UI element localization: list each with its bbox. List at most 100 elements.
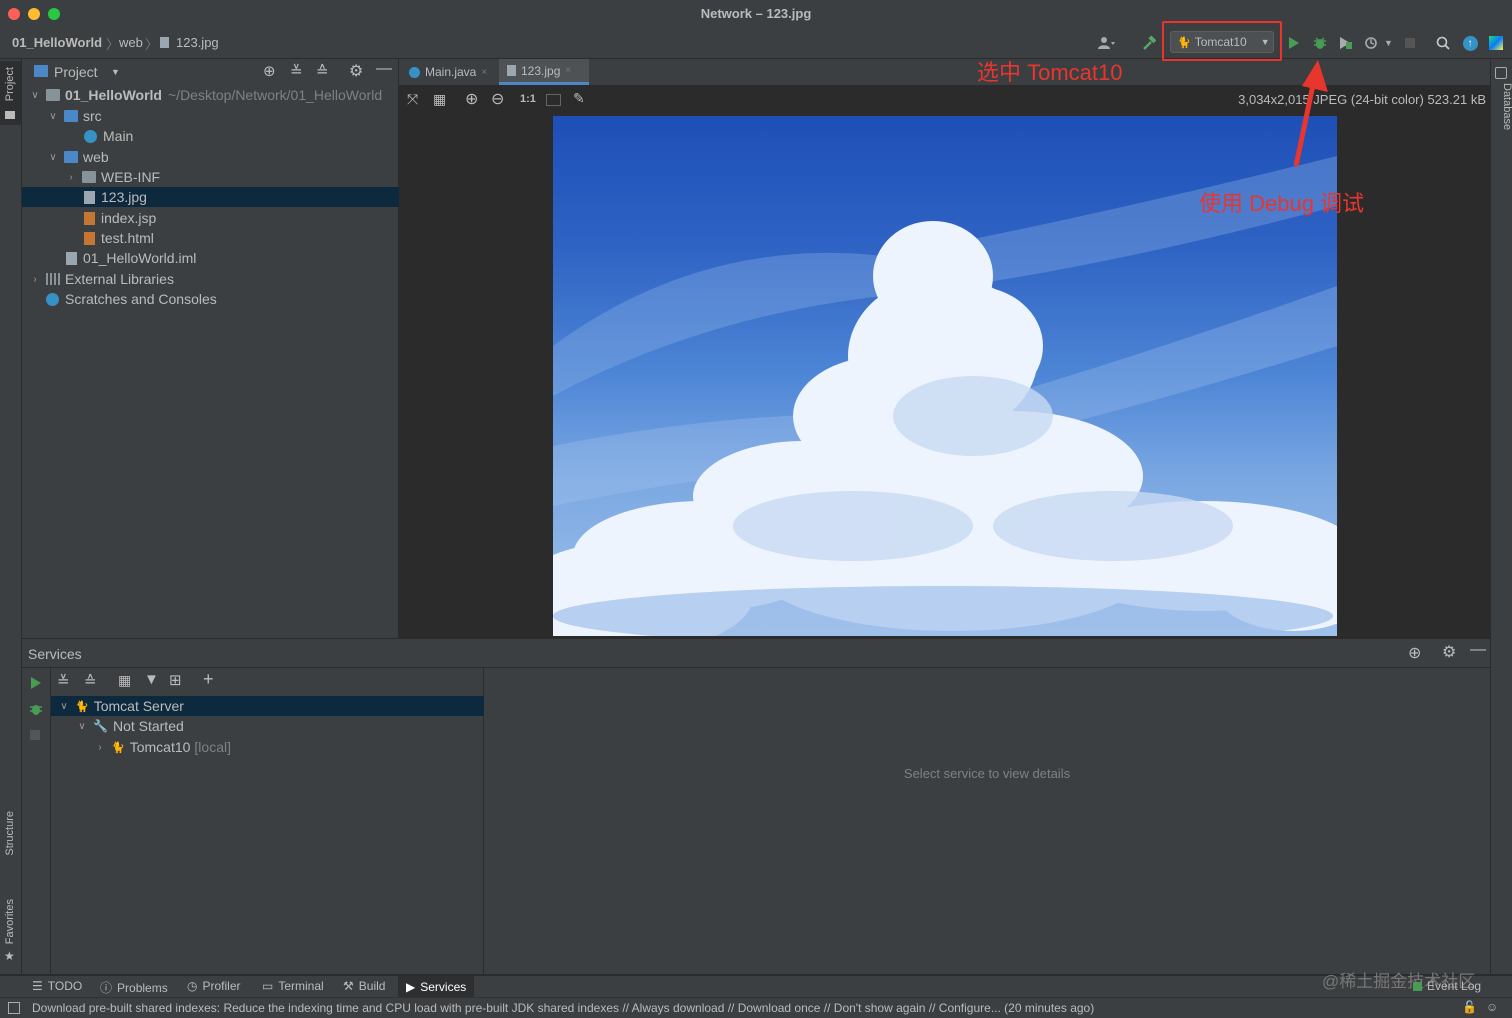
tree-item-project-root[interactable]: ∨ 01_HelloWorld ~/Desktop/Network/01_Hel… bbox=[22, 85, 404, 105]
gear-icon[interactable]: ⚙ bbox=[349, 61, 363, 81]
locate-icon[interactable]: ⊕ bbox=[1408, 643, 1421, 663]
tool-label: Profiler bbox=[202, 979, 241, 993]
add-service-icon[interactable]: + bbox=[203, 669, 214, 690]
tree-item-iml[interactable]: 01_HelloWorld.iml bbox=[22, 248, 442, 268]
database-stripe-button[interactable]: Database bbox=[1491, 83, 1512, 143]
chevron-down-icon: ∨ bbox=[49, 151, 57, 163]
close-icon[interactable]: × bbox=[481, 67, 487, 78]
breadcrumb-folder[interactable]: web bbox=[119, 35, 143, 50]
build-tool-button[interactable]: ⚒ Build bbox=[343, 979, 385, 993]
grid-icon[interactable]: ▦ bbox=[433, 91, 446, 108]
zoom-in-icon[interactable]: ⊕ bbox=[465, 89, 478, 109]
problems-tool-button[interactable]: ⓘ Problems bbox=[100, 979, 168, 996]
tree-item-test-html[interactable]: test.html bbox=[22, 228, 460, 248]
library-icon bbox=[46, 273, 60, 285]
chevron-down-icon: ∨ bbox=[31, 89, 39, 101]
event-log-icon bbox=[1413, 981, 1422, 991]
annotation-select-tomcat: 选中 Tomcat10 bbox=[977, 60, 1123, 85]
collapse-all-icon[interactable]: ≙ bbox=[316, 62, 329, 80]
run-icon[interactable] bbox=[30, 676, 42, 693]
tree-item-main[interactable]: Main bbox=[22, 126, 460, 146]
tree-item-external-libraries[interactable]: › External Libraries bbox=[22, 269, 404, 289]
update-icon[interactable]: ↑ bbox=[1460, 33, 1480, 53]
image-file-icon bbox=[84, 190, 95, 204]
tree-item-label: Main bbox=[103, 128, 134, 144]
jetbrains-toolbox-icon[interactable] bbox=[1486, 33, 1506, 53]
inspection-icon[interactable]: ☺ bbox=[1486, 1000, 1498, 1014]
java-class-icon bbox=[84, 129, 97, 143]
tree-item-index-jsp[interactable]: index.jsp bbox=[22, 208, 460, 228]
build-hammer-icon[interactable] bbox=[1140, 33, 1160, 53]
tree-item-123-jpg[interactable]: 123.jpg bbox=[22, 187, 460, 207]
tree-item-web[interactable]: ∨ web bbox=[22, 147, 422, 167]
hide-panel-icon[interactable]: — bbox=[376, 60, 392, 78]
right-tool-stripe: Database bbox=[1490, 59, 1512, 974]
chevron-right-icon: › bbox=[69, 171, 73, 183]
tomcat-icon: 🐈 bbox=[75, 700, 89, 713]
event-log-button[interactable]: Event Log bbox=[1413, 979, 1481, 993]
expand-all-icon[interactable]: ≚ bbox=[57, 672, 70, 690]
breadcrumb-file[interactable]: 123.jpg bbox=[176, 35, 219, 50]
collapse-all-icon[interactable]: ≙ bbox=[84, 672, 97, 690]
close-icon[interactable]: × bbox=[565, 65, 571, 76]
project-stripe-button[interactable]: Project bbox=[0, 61, 21, 125]
debug-bug-icon[interactable] bbox=[1310, 33, 1330, 53]
terminal-icon: ▭ bbox=[262, 979, 274, 993]
status-message[interactable]: Download pre-built shared indexes: Reduc… bbox=[32, 1001, 1094, 1015]
tab-123-jpg[interactable]: 123.jpg × bbox=[499, 59, 589, 85]
chevron-down-icon[interactable]: ▼ bbox=[111, 67, 120, 77]
favorites-stripe-button[interactable]: Favorites ★ bbox=[0, 897, 21, 967]
fit-to-window-icon[interactable]: ⤧ bbox=[407, 91, 418, 108]
services-tool-button[interactable]: ▶ Services bbox=[398, 976, 475, 997]
profiler-tool-button[interactable]: ◷ Profiler bbox=[187, 979, 241, 993]
annotation-use-debug: 使用 Debug 调试 bbox=[1199, 191, 1365, 216]
structure-stripe-button[interactable]: Structure bbox=[0, 809, 21, 879]
project-view-selector[interactable]: Project bbox=[54, 64, 98, 80]
scratches-icon bbox=[46, 292, 59, 306]
search-icon[interactable] bbox=[1433, 33, 1453, 53]
chevron-down-icon[interactable]: ▼ bbox=[1384, 38, 1393, 48]
locate-icon[interactable]: ⊕ bbox=[263, 62, 276, 80]
new-tab-icon[interactable]: ⊞ bbox=[169, 671, 182, 689]
lock-icon[interactable]: 🔓 bbox=[1462, 1000, 1477, 1014]
chevron-down-icon: ∨ bbox=[49, 110, 57, 122]
tree-item-src[interactable]: ∨ src bbox=[22, 106, 422, 126]
todo-tool-button[interactable]: ☰ TODO bbox=[32, 979, 82, 993]
services-tree-panel: ≚ ≙ ▦ ▼ ⊞ + ∨ 🐈 Tomcat Server ∨ 🔧 Not St… bbox=[51, 668, 488, 974]
image-file-icon bbox=[160, 37, 169, 48]
zoom-out-icon[interactable]: ⊖ bbox=[491, 89, 504, 109]
stop-icon[interactable] bbox=[1400, 33, 1420, 53]
coverage-icon[interactable] bbox=[1336, 33, 1356, 53]
service-item-not-started[interactable]: ∨ 🔧 Not Started bbox=[51, 716, 506, 736]
gear-icon[interactable]: ⚙ bbox=[1442, 642, 1456, 662]
tool-label: Event Log bbox=[1427, 979, 1482, 993]
chevron-right-icon: 〉 bbox=[145, 37, 159, 52]
jsp-file-icon bbox=[84, 211, 95, 225]
tree-item-web-inf[interactable]: › WEB-INF bbox=[22, 167, 440, 187]
expand-all-icon[interactable]: ≚ bbox=[290, 62, 303, 80]
service-item-tomcat10[interactable]: › 🐈 Tomcat10 [local] bbox=[51, 737, 524, 757]
run-icon[interactable] bbox=[1284, 33, 1304, 53]
tree-item-label: External Libraries bbox=[65, 271, 174, 287]
background-toggle-icon[interactable] bbox=[546, 94, 561, 106]
tab-label: Main.java bbox=[425, 65, 477, 79]
left-tool-stripe: Project Structure Favorites ★ bbox=[0, 59, 22, 974]
user-icon[interactable] bbox=[1097, 33, 1117, 53]
filter-icon[interactable]: ▼ bbox=[144, 671, 159, 688]
tree-item-scratches[interactable]: Scratches and Consoles bbox=[22, 289, 422, 309]
debug-bug-icon[interactable] bbox=[29, 702, 43, 719]
service-item-label: Not Started bbox=[112, 718, 184, 734]
chevron-right-icon: 〉 bbox=[106, 37, 120, 52]
service-item-tomcat-server[interactable]: ∨ 🐈 Tomcat Server bbox=[51, 696, 488, 716]
actual-size-button[interactable]: 1:1 bbox=[520, 93, 536, 105]
hide-panel-icon[interactable]: — bbox=[1470, 641, 1486, 659]
annotation-highlight-box bbox=[1162, 21, 1282, 61]
breadcrumb-project[interactable]: 01_HelloWorld bbox=[12, 35, 102, 50]
tab-main-java[interactable]: Main.java × bbox=[401, 59, 497, 85]
profiler-icon[interactable] bbox=[1361, 33, 1381, 53]
stop-icon[interactable] bbox=[30, 730, 40, 740]
toggle-tool-windows-icon[interactable] bbox=[8, 1002, 20, 1014]
terminal-tool-button[interactable]: ▭ Terminal bbox=[262, 979, 324, 993]
group-by-icon[interactable]: ▦ bbox=[118, 672, 131, 689]
color-picker-icon[interactable]: ✎ bbox=[573, 90, 585, 107]
